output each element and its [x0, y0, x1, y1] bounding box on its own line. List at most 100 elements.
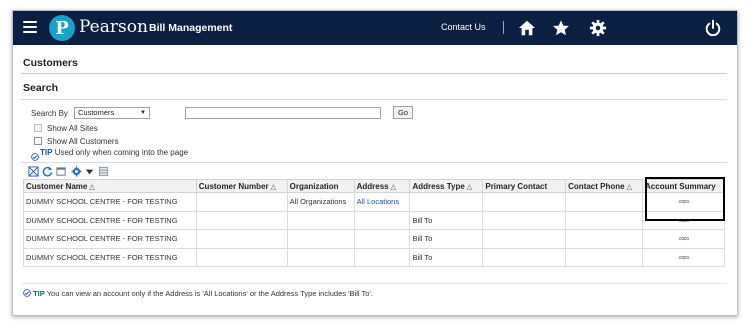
column-header-account-summary: Account Summary [642, 179, 725, 193]
sort-icon[interactable]: △ [89, 184, 94, 191]
column-header-customer-name[interactable]: Customer Name △ [23, 179, 197, 193]
star-icon[interactable] [552, 19, 570, 37]
cell-address-link[interactable]: All Locations [353, 192, 411, 212]
cell-address-link[interactable] [353, 210, 411, 230]
cell-organization [286, 229, 355, 249]
toolbar-divider [21, 162, 727, 163]
gear-icon[interactable] [589, 19, 607, 37]
cell-address-link[interactable] [353, 229, 411, 249]
show-all-customers-checkbox[interactable] [34, 137, 42, 145]
glasses-icon[interactable]: ∞∞ [679, 234, 689, 243]
cell-customer-name: DUMMY SCHOOL CENTRE - FOR TESTING [23, 210, 197, 230]
tip-label: TIP [33, 289, 45, 298]
cell-primary-contact [482, 229, 567, 249]
search-by-label: Search By [31, 109, 68, 118]
column-label: Primary Contact [485, 181, 548, 191]
cell-account-summary: ∞∞ [642, 210, 725, 230]
table-header-row: Customer Name △ Customer Number △ Organiza… [23, 179, 725, 193]
tip-text: Used only when coming into the page [54, 148, 189, 157]
tip-label: TIP [40, 148, 53, 157]
menu-icon[interactable] [23, 21, 37, 33]
settings-icon[interactable] [71, 166, 82, 177]
cell-customer-name: DUMMY SCHOOL CENTRE - FOR TESTING [23, 192, 197, 212]
header-divider [503, 21, 504, 34]
cell-organization: All Organizations [286, 192, 355, 212]
dropdown-arrow-icon[interactable] [84, 166, 95, 177]
cell-contact-phone [565, 229, 644, 249]
cell-address-type: Bill To [409, 210, 484, 230]
app-title: Bill Management [149, 22, 233, 34]
cell-customer-name: DUMMY SCHOOL CENTRE - FOR TESTING [23, 247, 197, 267]
table-row: DUMMY SCHOOL CENTRE - FOR TESTING All Or… [23, 192, 725, 212]
home-icon[interactable] [518, 19, 536, 37]
sort-icon[interactable]: △ [271, 184, 276, 191]
cell-account-summary: ∞∞ [642, 247, 725, 267]
table-row: DUMMY SCHOOL CENTRE - FOR TESTING Bill T… [23, 247, 725, 267]
cell-address-link[interactable] [353, 247, 411, 267]
column-header-address[interactable]: Address △ [353, 179, 411, 193]
show-all-sites-label: Show All Sites [47, 124, 98, 133]
cell-organization [286, 247, 355, 267]
cell-customer-number [195, 229, 288, 249]
column-label: Customer Name [26, 181, 88, 191]
column-label: Customer Number [198, 181, 269, 191]
cell-account-summary: ∞∞ [642, 229, 725, 249]
customers-table: Customer Name △ Customer Number △ Organiza… [23, 179, 725, 267]
expand-icon[interactable] [28, 166, 39, 177]
column-label: Contact Phone [568, 181, 625, 191]
column-header-organization: Organization [286, 179, 355, 193]
glasses-icon[interactable]: ∞∞ [679, 253, 689, 262]
show-all-customers-label: Show All Customers [47, 137, 119, 146]
section-divider [21, 99, 727, 100]
column-header-contact-phone[interactable]: Contact Phone △ [565, 179, 644, 193]
cell-contact-phone [565, 210, 644, 230]
column-header-primary-contact: Primary Contact [482, 179, 567, 193]
cell-primary-contact [482, 192, 567, 212]
glasses-icon[interactable]: ∞∞ [679, 197, 689, 206]
cell-contact-phone [565, 192, 644, 212]
column-header-address-type[interactable]: Address Type △ [409, 179, 484, 193]
column-header-customer-number[interactable]: Customer Number △ [195, 179, 288, 193]
column-label: Account Summary [645, 181, 716, 191]
column-label: Address [356, 181, 389, 191]
title-divider [21, 73, 727, 74]
search-section-title: Search [23, 82, 59, 94]
cell-customer-number [195, 247, 288, 267]
brand-name: Pearson [79, 17, 148, 37]
cell-customer-number [195, 192, 288, 212]
search-input[interactable] [185, 107, 381, 119]
sort-icon[interactable]: △ [627, 184, 632, 191]
refresh-icon[interactable] [42, 166, 53, 177]
detach-icon[interactable] [56, 166, 67, 177]
cell-address-type [409, 192, 484, 212]
go-button[interactable]: Go [393, 106, 413, 119]
sort-icon[interactable]: △ [391, 184, 396, 191]
column-label: Address Type [412, 181, 465, 191]
show-all-sites-checkbox[interactable] [34, 124, 42, 132]
table-row: DUMMY SCHOOL CENTRE - FOR TESTING Bill T… [23, 229, 725, 249]
chevron-down-icon: ▼ [140, 110, 146, 116]
column-label: Organization [289, 181, 339, 191]
cell-customer-name: DUMMY SCHOOL CENTRE - FOR TESTING [23, 229, 197, 249]
search-by-select[interactable]: Customers ▼ [74, 107, 150, 119]
freeze-icon[interactable] [98, 166, 109, 177]
pearson-logo-icon: P [49, 15, 75, 41]
cell-address-type: Bill To [409, 229, 484, 249]
tip-check-icon [23, 289, 31, 298]
tip-check-icon [31, 148, 39, 161]
cell-organization [286, 210, 355, 230]
cell-primary-contact [482, 247, 567, 267]
power-icon[interactable] [704, 19, 722, 37]
table-row: DUMMY SCHOOL CENTRE - FOR TESTING Bill T… [23, 210, 725, 230]
contact-us-link[interactable]: Contact Us [441, 22, 486, 32]
search-by-value: Customers [78, 108, 115, 117]
page-title: Customers [23, 57, 78, 69]
cell-primary-contact [482, 210, 567, 230]
footer-divider [21, 283, 727, 284]
cell-customer-number [195, 210, 288, 230]
top-navigation-bar: P Pearson Bill Management Contact Us [13, 11, 737, 45]
sort-icon[interactable]: △ [467, 184, 472, 191]
glasses-icon[interactable]: ∞∞ [679, 216, 689, 225]
search-tip: TIP Used only when coming into the page [40, 148, 188, 157]
cell-contact-phone [565, 247, 644, 267]
